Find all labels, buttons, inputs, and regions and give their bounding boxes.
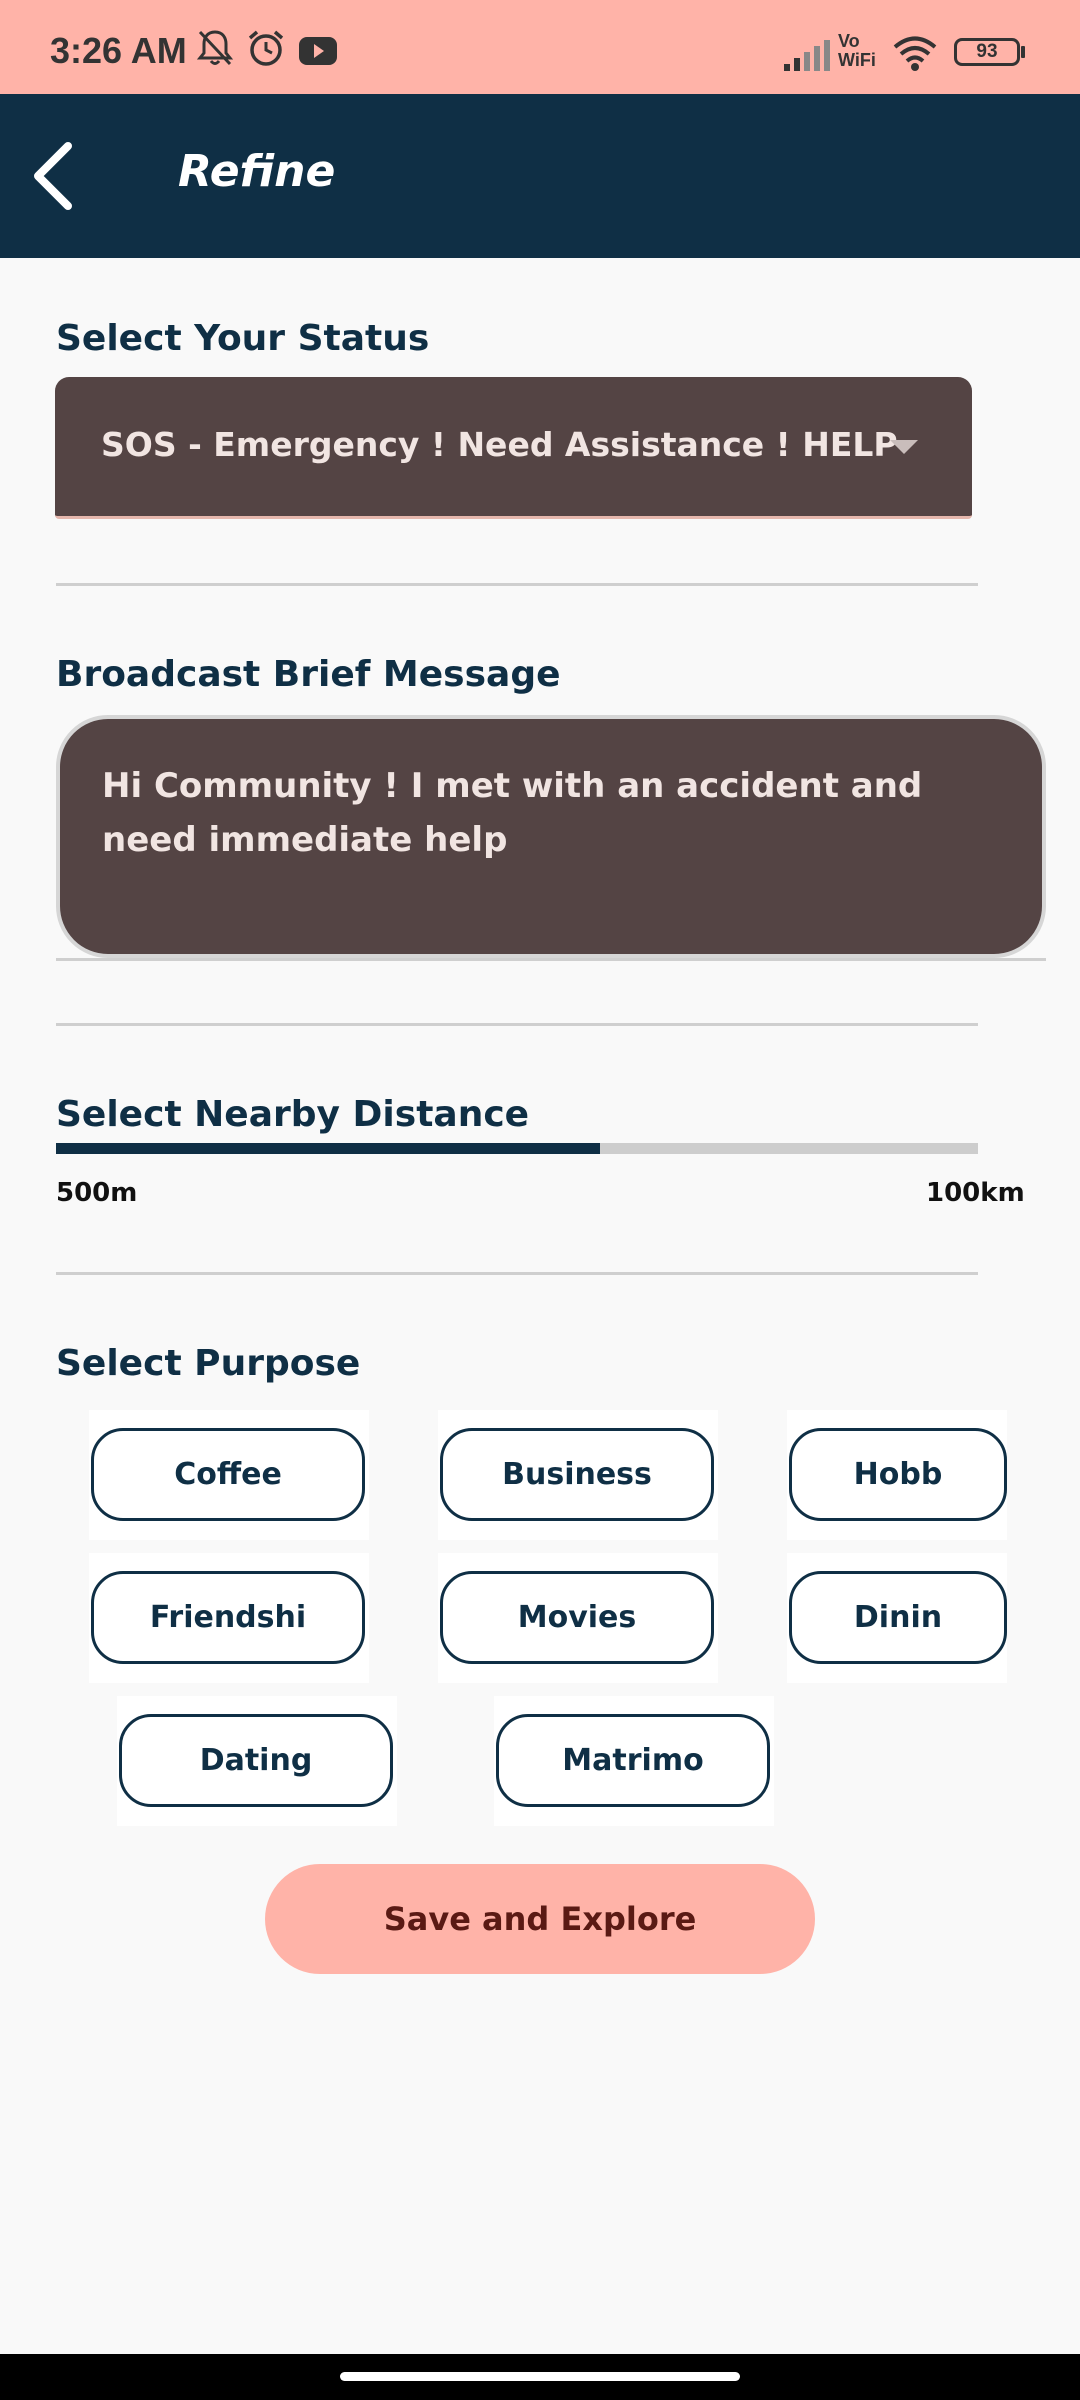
save-and-explore-button[interactable]: Save and Explore — [265, 1864, 815, 1974]
divider — [56, 1272, 978, 1275]
purpose-chip-friendship[interactable]: Friendshi — [91, 1571, 365, 1664]
chip-cell: Hobb — [787, 1410, 1007, 1540]
youtube-icon — [298, 36, 338, 70]
broadcast-message-field[interactable]: Hi Community ! I met with an accident an… — [56, 715, 1046, 958]
chip-cell: Business — [438, 1410, 718, 1540]
app-bar: Refine — [0, 94, 1080, 258]
home-gesture-handle[interactable] — [340, 2372, 740, 2381]
message-section-label: Broadcast Brief Message — [56, 654, 561, 695]
status-bar: 3:26 AM Vo WiFi 93 — [0, 0, 1080, 94]
signal-icon — [782, 38, 834, 76]
chip-cell: Dinin — [787, 1553, 1007, 1683]
distance-slider[interactable] — [56, 1143, 978, 1154]
status-dropdown[interactable]: SOS - Emergency ! Need Assistance ! HELP — [55, 377, 972, 519]
broadcast-message-text: Hi Community ! I met with an accident an… — [102, 766, 923, 860]
battery-tip — [1021, 46, 1025, 58]
chip-cell: Coffee — [89, 1410, 369, 1540]
status-dropdown-value: SOS - Emergency ! Need Assistance ! HELP — [101, 425, 898, 464]
chip-cell: Dating — [117, 1696, 397, 1826]
purpose-chip-hobbies[interactable]: Hobb — [789, 1428, 1007, 1521]
message-field-underline — [56, 958, 1046, 961]
chip-cell: Friendshi — [89, 1553, 369, 1683]
divider — [56, 583, 978, 586]
divider — [56, 1023, 978, 1026]
chip-cell: Movies — [438, 1553, 718, 1683]
system-nav-bar — [0, 2354, 1080, 2400]
distance-section-label: Select Nearby Distance — [56, 1094, 530, 1135]
page-title: Refine — [178, 146, 336, 197]
battery-indicator: 93 — [954, 38, 1020, 66]
distance-slider-fill — [56, 1143, 600, 1154]
purpose-chip-movies[interactable]: Movies — [440, 1571, 714, 1664]
distance-max-label: 100km — [926, 1178, 1025, 1208]
purpose-chip-dining[interactable]: Dinin — [789, 1571, 1007, 1664]
status-section-label: Select Your Status — [56, 318, 430, 359]
alarm-icon — [246, 28, 286, 72]
back-button[interactable] — [20, 136, 100, 216]
purpose-chip-dating[interactable]: Dating — [119, 1714, 393, 1807]
distance-min-label: 500m — [56, 1178, 138, 1208]
purpose-chip-matrimony[interactable]: Matrimo — [496, 1714, 770, 1807]
dropdown-caret-icon — [890, 440, 918, 454]
notifications-off-icon — [196, 28, 234, 72]
purpose-chip-business[interactable]: Business — [440, 1428, 714, 1521]
wifi-icon — [892, 34, 938, 76]
status-time: 3:26 AM — [50, 30, 187, 71]
chevron-left-icon — [34, 142, 72, 210]
purpose-chip-coffee[interactable]: Coffee — [91, 1428, 365, 1521]
chip-cell: Matrimo — [494, 1696, 774, 1826]
vowifi-icon: Vo WiFi — [838, 31, 876, 70]
purpose-section-label: Select Purpose — [56, 1343, 361, 1384]
